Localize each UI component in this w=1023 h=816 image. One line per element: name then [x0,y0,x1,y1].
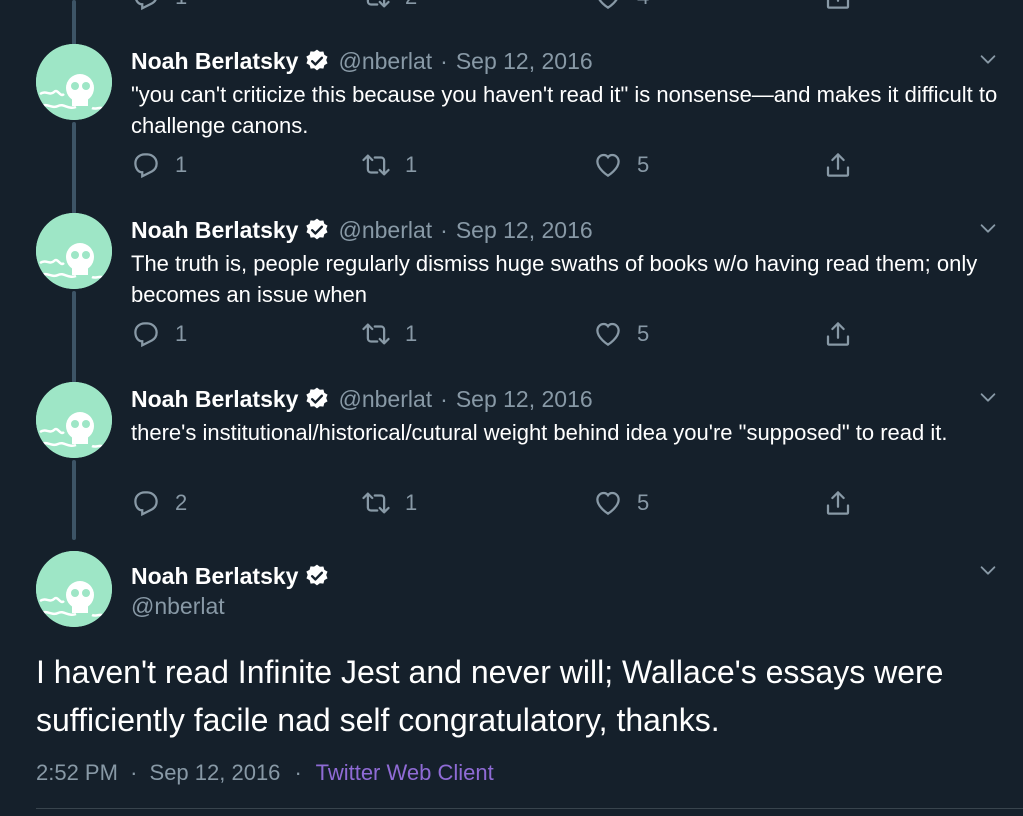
separator: · [294,760,302,785]
verified-badge-icon [306,564,328,586]
like-count: 5 [637,490,650,515]
like-count: 4 [637,0,649,10]
chevron-down-icon[interactable] [977,48,999,70]
share-icon [826,322,850,346]
main-tweet-text: I haven't read Infinite Jest and never w… [36,654,944,738]
retweet-count: 1 [405,321,418,346]
tweet-actions: 2 1 5 [131,488,871,522]
chevron-down-icon[interactable] [977,217,999,239]
separator: · [130,760,138,785]
verified-badge-icon [306,49,328,71]
tweet-header: Noah Berlatsky @nberlat · Sep 12, 2016 [131,44,593,78]
retweet-icon [362,154,390,176]
author-handle[interactable]: @nberlat [338,386,432,413]
reply-icon [134,153,158,179]
separator: · [440,216,448,243]
reply-count: 1 [175,152,188,177]
share-button[interactable] [823,0,867,12]
thread-tweet[interactable]: Noah Berlatsky @nberlat · Sep 12, 2016 t… [0,382,1023,551]
tweet-text: "you can't criticize this because you ha… [131,82,998,138]
top-tweet-actions: 1 2 4 [131,0,871,16]
retweet-icon [362,492,390,514]
retweet-button[interactable]: 2 [361,0,417,12]
author-name[interactable]: Noah Berlatsky [131,48,298,75]
avatar[interactable] [36,551,112,627]
like-count: 5 [637,152,650,177]
tweet-date[interactable]: Sep 12, 2016 [456,48,593,75]
reply-icon [135,0,157,11]
tweet-date[interactable]: Sep 12, 2016 [150,760,281,785]
retweet-button[interactable]: 1 [361,319,417,349]
thread-tweet[interactable]: Noah Berlatsky @nberlat · Sep 12, 2016 "… [0,44,1023,213]
heart-icon [598,0,618,9]
author-name[interactable]: Noah Berlatsky [131,386,298,413]
tweet-time[interactable]: 2:52 PM [36,760,118,785]
avatar[interactable] [36,382,112,458]
reply-count: 1 [175,321,188,346]
heart-icon [596,491,620,515]
share-icon [826,0,850,9]
share-icon [826,153,850,177]
heart-icon [596,322,620,346]
skull-avatar-image [36,551,112,627]
retweet-button[interactable]: 1 [361,488,417,518]
avatar[interactable] [36,44,112,120]
tweet-header: Noah Berlatsky [131,559,338,593]
reply-count: 1 [175,0,187,10]
retweet-icon [362,323,390,345]
reply-icon [134,322,158,348]
share-button[interactable] [823,319,867,349]
share-icon [826,491,850,515]
like-count: 5 [637,321,650,346]
verified-badge-icon [306,387,328,409]
retweet-icon [366,0,390,8]
share-button[interactable] [823,488,867,518]
reply-button[interactable]: 1 [131,150,187,180]
heart-icon [596,153,620,177]
like-button[interactable]: 5 [593,150,649,180]
tweet-text: there's institutional/historical/cutural… [131,420,948,445]
skull-avatar-image [36,44,112,120]
thread-line [72,0,76,46]
thread-tweet[interactable]: Noah Berlatsky @nberlat · Sep 12, 2016 T… [0,213,1023,382]
like-button[interactable]: 5 [593,319,649,349]
avatar[interactable] [36,213,112,289]
like-button[interactable]: 5 [593,488,649,518]
reply-button[interactable]: 1 [131,319,187,349]
share-button[interactable] [823,150,867,180]
author-name[interactable]: Noah Berlatsky [131,217,298,244]
author-handle[interactable]: @nberlat [338,217,432,244]
tweet-date[interactable]: Sep 12, 2016 [456,217,593,244]
separator: · [440,47,448,74]
separator: · [440,385,448,412]
retweet-count: 1 [405,490,418,515]
retweet-button[interactable]: 1 [361,150,417,180]
tweet-text: The truth is, people regularly dismiss h… [131,251,978,307]
retweet-count: 2 [405,0,417,10]
tweet-actions: 1 1 5 [131,150,871,184]
divider [36,808,1023,809]
reply-button[interactable]: 1 [131,0,187,12]
tweet-timestamp-line: 2:52 PM · Sep 12, 2016 · Twitter Web Cli… [36,760,494,786]
skull-avatar-image [36,382,112,458]
author-handle[interactable]: @nberlat [338,48,432,75]
tweet-header: Noah Berlatsky @nberlat · Sep 12, 2016 [131,382,593,416]
tweet-date[interactable]: Sep 12, 2016 [456,386,593,413]
reply-count: 2 [175,490,188,515]
like-button[interactable]: 4 [593,0,649,12]
skull-avatar-image [36,213,112,289]
tweet-actions: 1 1 5 [131,319,871,353]
author-handle[interactable]: @nberlat [131,593,225,620]
retweet-count: 1 [405,152,418,177]
reply-icon [134,491,158,517]
verified-badge-icon [306,218,328,240]
chevron-down-icon[interactable] [977,386,999,408]
tweet-header: Noah Berlatsky @nberlat · Sep 12, 2016 [131,213,593,247]
tweet-source-link[interactable]: Twitter Web Client [316,760,494,785]
reply-button[interactable]: 2 [131,488,187,518]
chevron-down-icon[interactable] [977,559,999,581]
author-name[interactable]: Noah Berlatsky [131,563,298,590]
